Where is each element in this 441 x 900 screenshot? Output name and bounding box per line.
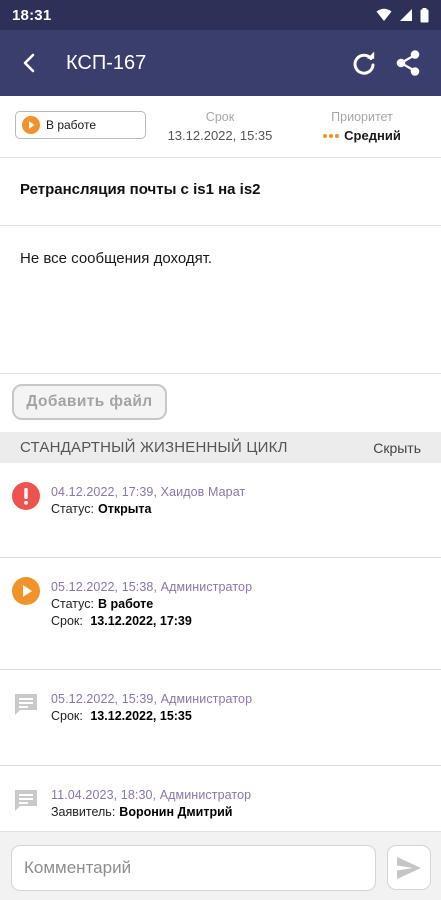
app-bar: КСП-167 <box>0 30 441 96</box>
page-title: КСП-167 <box>66 51 147 74</box>
send-icon <box>397 856 421 879</box>
event-line: Срок: 13.12.2022, 15:35 <box>51 709 192 723</box>
play-icon <box>11 576 41 606</box>
back-arrow-icon <box>23 53 35 73</box>
comment-icon <box>11 786 41 816</box>
event-meta: 11.04.2023, 18:30, Администратор <box>51 788 252 802</box>
lifecycle-event: 11.04.2023, 18:30, Администратор Заявите… <box>0 766 441 831</box>
priority-text: Средний <box>344 128 401 143</box>
back-button[interactable] <box>0 30 58 96</box>
comment-bar <box>0 831 441 900</box>
lifecycle-event-list[interactable]: 04.12.2022, 17:39, Хаидов Марат Статус: О… <box>0 463 441 831</box>
battery-icon <box>420 7 429 22</box>
lifecycle-title: СТАНДАРТНЫЙ ЖИЗНЕННЫЙ ЦИКЛ <box>20 439 288 456</box>
event-line: Статус: Открыта <box>51 502 152 516</box>
signal-icon <box>400 9 412 21</box>
lifecycle-event: 05.12.2022, 15:38, Администратор Статус:… <box>0 558 441 670</box>
share-button[interactable] <box>393 48 423 78</box>
system-status-bar: 18:31 <box>0 0 441 30</box>
status-time: 18:31 <box>12 6 52 24</box>
priority-dots-icon <box>323 133 340 138</box>
due-label: Срок <box>205 110 235 124</box>
event-meta: 05.12.2022, 15:38, Администратор <box>51 580 253 594</box>
refresh-icon <box>353 51 375 75</box>
lifecycle-header: СТАНДАРТНЫЙ ЖИЗНЕННЫЙ ЦИКЛ Скрыть <box>0 432 441 463</box>
share-icon <box>396 50 420 76</box>
lifecycle-event: 05.12.2022, 15:39, Администратор Срок: 1… <box>0 670 441 766</box>
ticket-info-row: В работе Срок 13.12.2022, 15:35 Приорите… <box>0 96 441 158</box>
priority-value: Средний <box>304 128 420 143</box>
event-line: Статус: В работе <box>51 597 154 611</box>
status-icons <box>376 7 429 23</box>
send-button[interactable] <box>387 845 431 890</box>
status-chip-label: В работе <box>46 118 97 132</box>
ticket-title: Ретрансляция почты с is1 на is2 <box>0 158 441 226</box>
alert-icon <box>11 481 41 511</box>
comment-icon <box>11 690 41 720</box>
comment-input[interactable] <box>11 845 376 891</box>
priority-block: Приоритет Средний <box>304 110 420 143</box>
event-line: Заявитель: Воронин Дмитрий <box>51 805 233 819</box>
event-meta: 04.12.2022, 17:39, Хаидов Марат <box>51 485 246 499</box>
hide-lifecycle-button[interactable]: Скрыть <box>373 440 421 456</box>
event-meta: 05.12.2022, 15:39, Администратор <box>51 692 253 706</box>
event-line: Срок: 13.12.2022, 17:39 <box>51 614 192 628</box>
priority-label: Приоритет <box>331 110 393 124</box>
add-file-button[interactable]: Добавить файл <box>12 384 167 420</box>
wifi-icon <box>376 8 392 21</box>
status-selector[interactable]: В работе <box>15 111 146 139</box>
refresh-button[interactable] <box>349 48 379 78</box>
due-date-block: Срок 13.12.2022, 15:35 <box>150 110 290 143</box>
due-value: 13.12.2022, 15:35 <box>167 128 273 143</box>
ticket-description: Не все сообщения доходят. <box>0 226 441 374</box>
play-icon <box>22 116 40 134</box>
lifecycle-event: 04.12.2022, 17:39, Хаидов Марат Статус: О… <box>0 463 441 558</box>
